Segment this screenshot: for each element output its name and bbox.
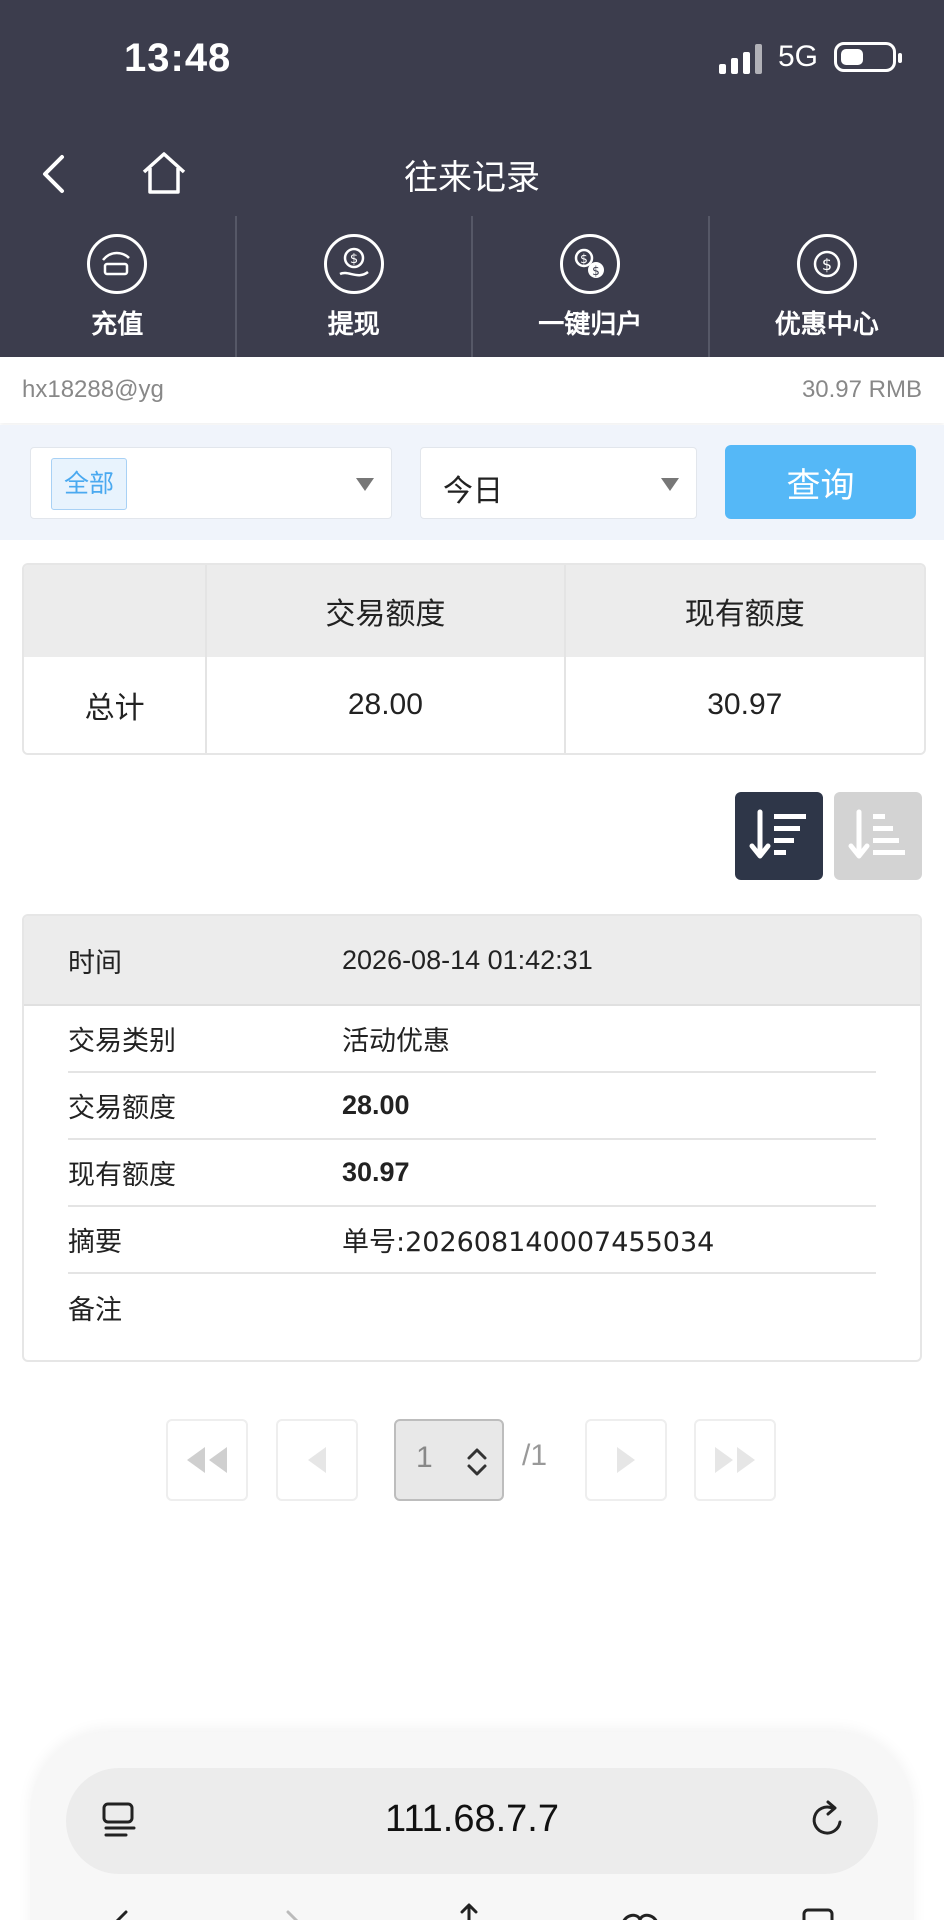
next-page-button[interactable] <box>585 1419 667 1501</box>
svg-text:$: $ <box>822 255 832 274</box>
summary-total-label: 总计 <box>24 657 208 753</box>
bookmarks-icon[interactable] <box>618 1906 662 1920</box>
sort-desc-button[interactable] <box>735 792 823 880</box>
prev-page-button[interactable] <box>276 1419 358 1501</box>
query-button[interactable]: 查询 <box>725 445 916 519</box>
nav-withdraw[interactable]: $ 提现 <box>237 216 473 357</box>
record-row: 现有额度 30.97 <box>68 1140 876 1207</box>
nav-label: 一键归户 <box>538 310 643 340</box>
transfer-icon: $ $ <box>560 234 621 294</box>
type-tag[interactable]: 全部 <box>51 458 128 510</box>
record-value: 28.00 <box>342 1090 410 1120</box>
record-row: 交易额度 28.00 <box>68 1073 876 1140</box>
record-time-value: 2026-08-14 01:42:31 <box>342 944 593 975</box>
app-header: 13:48 5G 往来记录 <box>0 0 944 216</box>
summary-total-row: 总计 28.00 30.97 <box>24 657 924 753</box>
sort-descending-icon <box>749 809 806 859</box>
record-value: 30.97 <box>342 1157 410 1187</box>
summary-current-amount: 30.97 <box>565 657 924 753</box>
status-time: 13:48 <box>124 36 232 80</box>
battery-icon <box>834 42 902 72</box>
double-chevron-right-icon <box>715 1447 755 1473</box>
record-time-row: 时间 2026-08-14 01:42:31 <box>24 916 920 1006</box>
summary-header-cell: 交易额度 <box>207 565 566 657</box>
browser-toolbar: 111.68.7.7 <box>30 1732 914 1920</box>
browser-back-icon[interactable] <box>106 1910 136 1920</box>
last-page-button[interactable] <box>694 1419 776 1501</box>
nav-promo[interactable]: $ 优惠中心 <box>710 216 944 357</box>
first-page-button[interactable] <box>166 1419 248 1501</box>
nav-label: 优惠中心 <box>774 310 879 340</box>
record-label: 备注 <box>68 1295 122 1326</box>
nav-label: 提现 <box>327 310 380 340</box>
page-number-stepper[interactable]: 1 <box>394 1419 504 1501</box>
nav-label: 充值 <box>91 310 144 340</box>
chevron-down-icon <box>661 478 679 491</box>
record-row: 摘要 单号:202608140007455034 <box>68 1207 876 1274</box>
withdraw-icon: $ <box>323 234 384 294</box>
nav-recharge[interactable]: 充值 <box>0 216 237 357</box>
address-bar[interactable]: 111.68.7.7 <box>66 1768 878 1874</box>
chevron-left-icon <box>308 1447 326 1473</box>
nav-transfer[interactable]: $ $ 一键归户 <box>473 216 710 357</box>
record-value: 单号:202608140007455034 <box>342 1227 715 1258</box>
chevron-right-icon <box>617 1447 635 1473</box>
svg-text:$: $ <box>580 252 588 266</box>
reload-icon[interactable] <box>808 1798 848 1846</box>
browser-forward-icon[interactable] <box>280 1910 310 1920</box>
account-bar: hx18288@yg 30.97 RMB <box>0 357 944 423</box>
account-balance: 30.97 RMB <box>801 376 922 403</box>
record-label: 时间 <box>68 947 122 979</box>
record-label: 摘要 <box>68 1227 122 1258</box>
stepper-icon[interactable] <box>466 1447 488 1477</box>
summary-header-cell <box>24 565 208 657</box>
chevron-down-icon <box>356 478 374 491</box>
record-card: 时间 2026-08-14 01:42:31 交易类别 活动优惠 交易额度 28… <box>22 914 922 1362</box>
status-indicators: 5G <box>718 40 902 74</box>
record-label: 现有额度 <box>68 1160 176 1191</box>
summary-header-row: 交易额度 现有额度 <box>24 565 924 657</box>
record-row: 备注 <box>68 1274 876 1341</box>
summary-trade-amount: 28.00 <box>207 657 566 753</box>
svg-text:$: $ <box>592 264 600 278</box>
sort-ascending-icon <box>848 809 905 859</box>
share-icon[interactable] <box>454 1902 484 1920</box>
total-pages: /1 <box>522 1439 548 1472</box>
record-label: 交易额度 <box>68 1093 176 1124</box>
filter-bar: 全部 今日 查询 <box>0 425 944 540</box>
quick-nav: 充值 $ 提现 $ $ 一键归户 $ 优惠中心 <box>0 216 944 357</box>
sort-asc-button[interactable] <box>834 792 922 880</box>
cellular-signal-icon <box>718 40 762 74</box>
pagination: 1 /1 <box>0 1419 944 1501</box>
record-value: 活动优惠 <box>342 1026 450 1057</box>
record-row: 交易类别 活动优惠 <box>68 1006 876 1073</box>
double-chevron-left-icon <box>187 1447 227 1473</box>
type-select[interactable]: 全部 <box>30 447 392 519</box>
current-page: 1 <box>416 1441 433 1474</box>
recharge-icon <box>87 234 148 294</box>
summary-table: 交易额度 现有额度 总计 28.00 30.97 <box>22 563 926 755</box>
date-select[interactable]: 今日 <box>420 447 697 519</box>
network-type: 5G <box>777 40 818 73</box>
tabs-icon[interactable] <box>800 1906 836 1920</box>
record-label: 交易类别 <box>68 1026 176 1057</box>
svg-text:$: $ <box>350 252 358 267</box>
date-value: 今日 <box>443 474 503 509</box>
summary-header-cell: 现有额度 <box>565 565 924 657</box>
url-text: 111.68.7.7 <box>385 1798 559 1840</box>
page-title: 往来记录 <box>404 158 540 198</box>
promo-icon: $ <box>796 234 857 294</box>
account-username: hx18288@yg <box>22 376 164 403</box>
